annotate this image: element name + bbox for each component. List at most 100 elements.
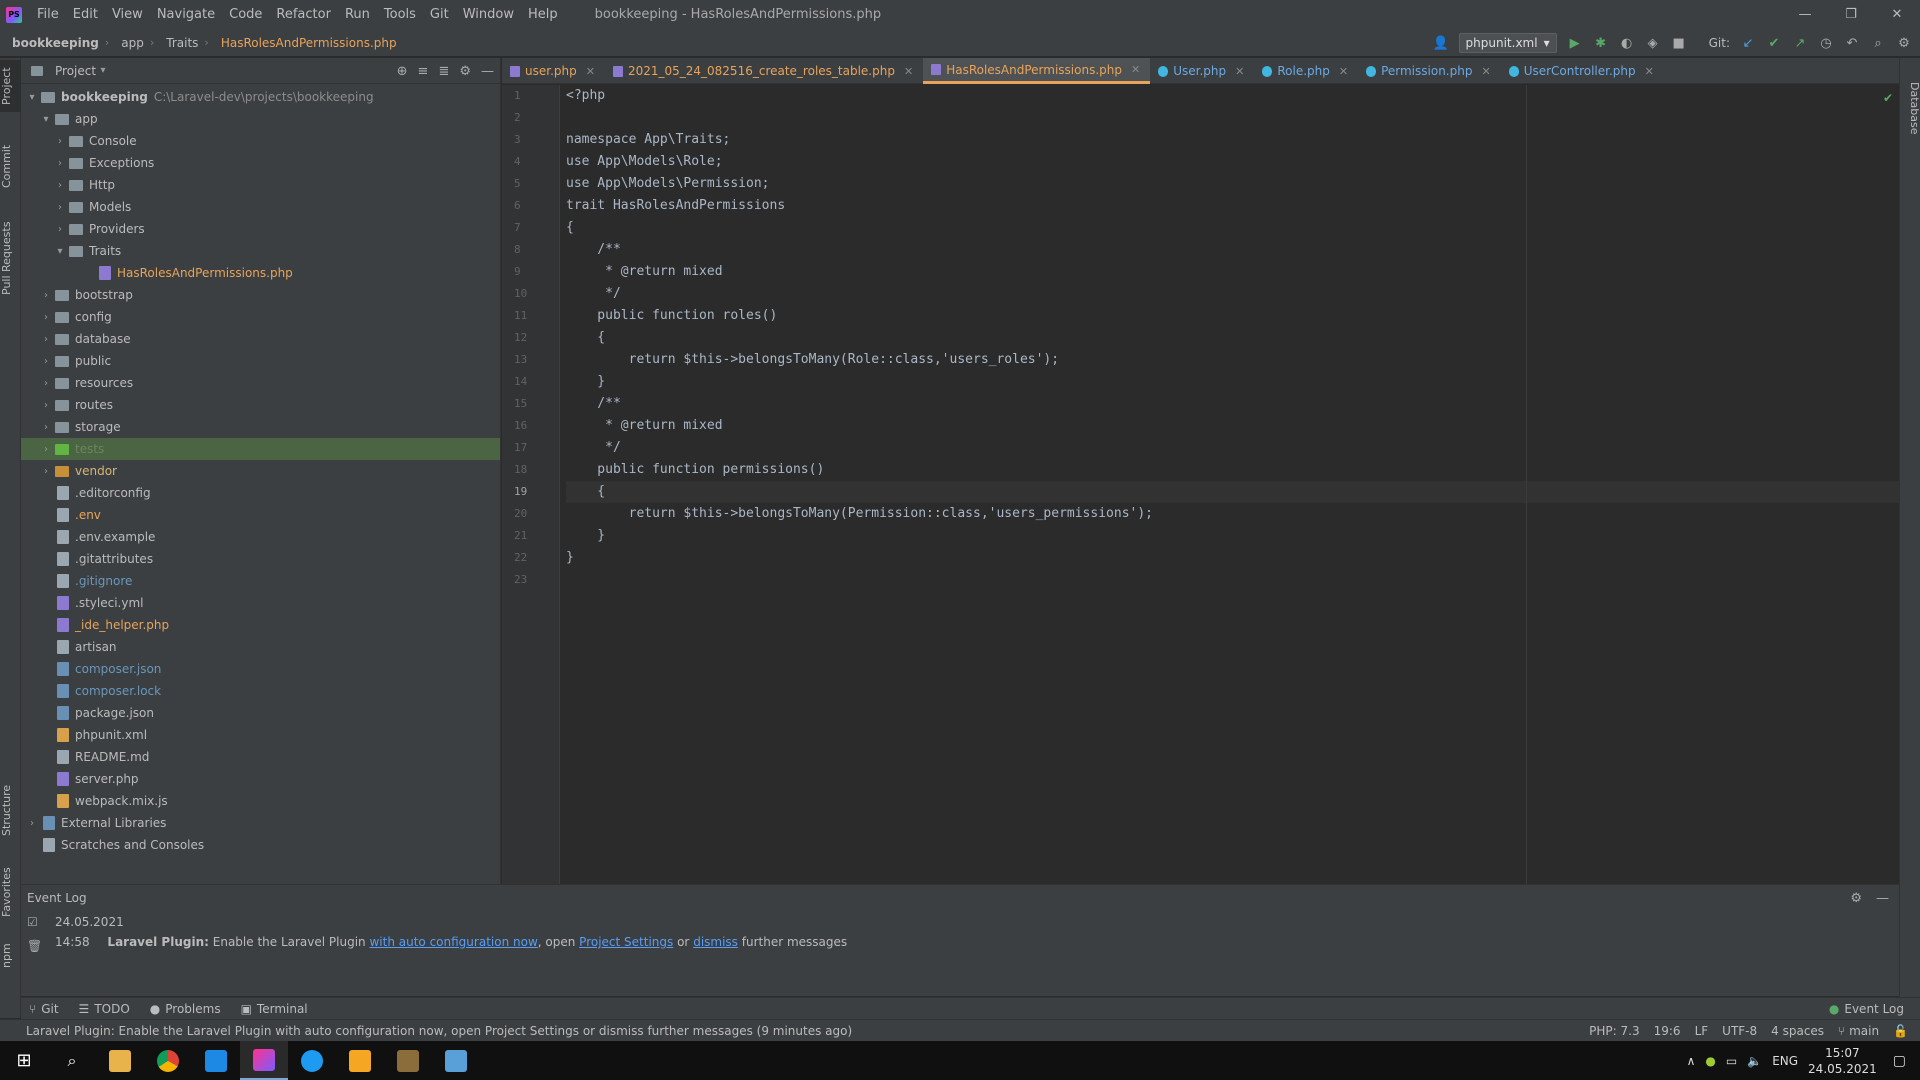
close-icon[interactable]: ✕ [1481, 65, 1490, 78]
code-line[interactable]: public function roles() [566, 305, 1899, 327]
inspection-ok-icon[interactable]: ✔ [1883, 91, 1893, 105]
gear-icon[interactable]: ⚙ [459, 64, 471, 79]
code-line[interactable] [566, 107, 1899, 129]
git-branch[interactable]: ⑂ main [1838, 1024, 1879, 1038]
editor-tab[interactable]: User.php ✕ [1150, 58, 1254, 84]
menu-refactor[interactable]: Refactor [269, 0, 338, 29]
chevron-right-icon[interactable]: › [39, 378, 53, 389]
stop-icon[interactable]: ■ [1671, 36, 1687, 51]
line-number[interactable]: 11 [502, 305, 559, 327]
code-line[interactable]: /** [566, 393, 1899, 415]
project-settings-link[interactable]: Project Settings [579, 935, 673, 949]
user-icon[interactable]: 👤 [1433, 36, 1449, 51]
language-indicator[interactable]: ENG [1772, 1054, 1798, 1068]
windows-start-icon[interactable]: ⊞ [0, 1041, 48, 1080]
auto-config-link[interactable]: with auto configuration now [369, 935, 537, 949]
line-number[interactable]: 20 [502, 503, 559, 525]
line-number[interactable]: 19 [502, 481, 559, 503]
tree-file[interactable]: .gitattributes [21, 548, 500, 570]
chevron-right-icon[interactable]: › [53, 224, 67, 235]
line-number[interactable]: 22 [502, 547, 559, 569]
code-line[interactable]: } [566, 547, 1899, 569]
tray-app-icon[interactable]: ● [1705, 1054, 1715, 1068]
line-number[interactable]: 3 [502, 129, 559, 151]
rollback-icon[interactable]: ↶ [1844, 36, 1860, 51]
tree-folder[interactable]: › resources [21, 372, 500, 394]
code-line[interactable]: trait HasRolesAndPermissions [566, 195, 1899, 217]
breadcrumb-app[interactable]: app [109, 36, 144, 50]
tree-folder[interactable]: › Http [21, 174, 500, 196]
line-number[interactable]: 6 [502, 195, 559, 217]
tree-folder[interactable]: › database [21, 328, 500, 350]
code-line[interactable]: use App\Models\Permission; [566, 173, 1899, 195]
close-icon[interactable]: ✕ [904, 65, 913, 78]
menu-code[interactable]: Code [222, 0, 269, 29]
menu-help[interactable]: Help [521, 0, 565, 29]
tool-tab-commit[interactable]: Commit [0, 138, 21, 194]
line-number[interactable]: 18 [502, 459, 559, 481]
chevron-right-icon[interactable]: › [39, 290, 53, 301]
git-commit-icon[interactable]: ✔ [1766, 36, 1782, 51]
git-push-icon[interactable]: ↗ [1792, 36, 1808, 51]
tree-file[interactable]: .env [21, 504, 500, 526]
chevron-down-icon[interactable]: ▾ [39, 114, 53, 125]
volume-icon[interactable]: 🔈 [1747, 1054, 1762, 1068]
line-number[interactable]: 7 [502, 217, 559, 239]
search-icon[interactable]: ⌕ [1870, 36, 1886, 51]
line-separator[interactable]: LF [1695, 1024, 1709, 1038]
line-number[interactable]: 10 [502, 283, 559, 305]
tool-tab-database[interactable]: Database [1900, 68, 1920, 148]
tool-tab-todo[interactable]: ☰ TODO [79, 1002, 130, 1016]
chrome-icon[interactable] [144, 1041, 192, 1080]
trash-icon[interactable]: 🗑 [27, 939, 42, 953]
app-icon[interactable] [336, 1041, 384, 1080]
tree-folder[interactable]: › storage [21, 416, 500, 438]
menu-window[interactable]: Window [456, 0, 521, 29]
code-line[interactable]: } [566, 371, 1899, 393]
menu-run[interactable]: Run [338, 0, 377, 29]
close-icon[interactable]: ✕ [1131, 63, 1140, 76]
tree-folder[interactable]: › Console [21, 130, 500, 152]
tree-file[interactable]: .gitignore [21, 570, 500, 592]
search-icon[interactable]: ⌕ [48, 1041, 96, 1080]
tool-tab-event-log[interactable]: ● Event Log [1829, 1002, 1904, 1016]
tree-file[interactable]: artisan [21, 636, 500, 658]
git-update-icon[interactable]: ↙ [1740, 36, 1756, 51]
tree-file[interactable]: composer.json [21, 658, 500, 680]
debug-icon[interactable]: ✱ [1593, 36, 1609, 51]
tool-tab-structure[interactable]: Structure [0, 776, 21, 844]
menu-git[interactable]: Git [423, 0, 456, 29]
app-icon[interactable] [432, 1041, 480, 1080]
status-message[interactable]: Laravel Plugin: Enable the Laravel Plugi… [26, 1024, 852, 1038]
code-area[interactable]: <?php namespace App\Traits; use App\Models… [566, 85, 1899, 591]
chevron-right-icon[interactable]: › [39, 466, 53, 477]
menu-view[interactable]: View [105, 0, 150, 29]
close-icon[interactable]: ✕ [1874, 0, 1920, 29]
tree-file-traits[interactable]: HasRolesAndPermissions.php [21, 262, 500, 284]
chevron-right-icon[interactable]: › [53, 202, 67, 213]
tree-folder[interactable]: › routes [21, 394, 500, 416]
tree-folder[interactable]: › vendor [21, 460, 500, 482]
tree-folder[interactable]: › Providers [21, 218, 500, 240]
code-line[interactable]: } [566, 525, 1899, 547]
lock-icon[interactable]: 🔓 [1893, 1024, 1908, 1038]
line-number[interactable]: 15 [502, 393, 559, 415]
line-number[interactable]: 23 [502, 569, 559, 591]
tree-folder[interactable]: › public [21, 350, 500, 372]
chevron-right-icon[interactable]: › [39, 422, 53, 433]
chevron-down-icon[interactable]: ▾ [96, 65, 110, 76]
editor-tab[interactable]: Role.php ✕ [1254, 58, 1358, 84]
tree-file[interactable]: README.md [21, 746, 500, 768]
code-line[interactable]: { [566, 481, 1899, 503]
line-number[interactable]: 14 [502, 371, 559, 393]
minimize-icon[interactable]: — [1782, 0, 1828, 29]
tool-tab-pull-requests[interactable]: Pull Requests [0, 210, 21, 306]
line-number[interactable]: 13 [502, 349, 559, 371]
line-number[interactable]: 9 [502, 261, 559, 283]
gear-icon[interactable]: ⚙ [1850, 891, 1862, 906]
phpstorm-taskbar-icon[interactable] [240, 1041, 288, 1080]
file-encoding[interactable]: UTF-8 [1722, 1024, 1757, 1038]
chevron-right-icon[interactable]: › [39, 444, 53, 455]
code-line[interactable]: return $this->belongsToMany(Permission::… [566, 503, 1899, 525]
tree-file[interactable]: .editorconfig [21, 482, 500, 504]
